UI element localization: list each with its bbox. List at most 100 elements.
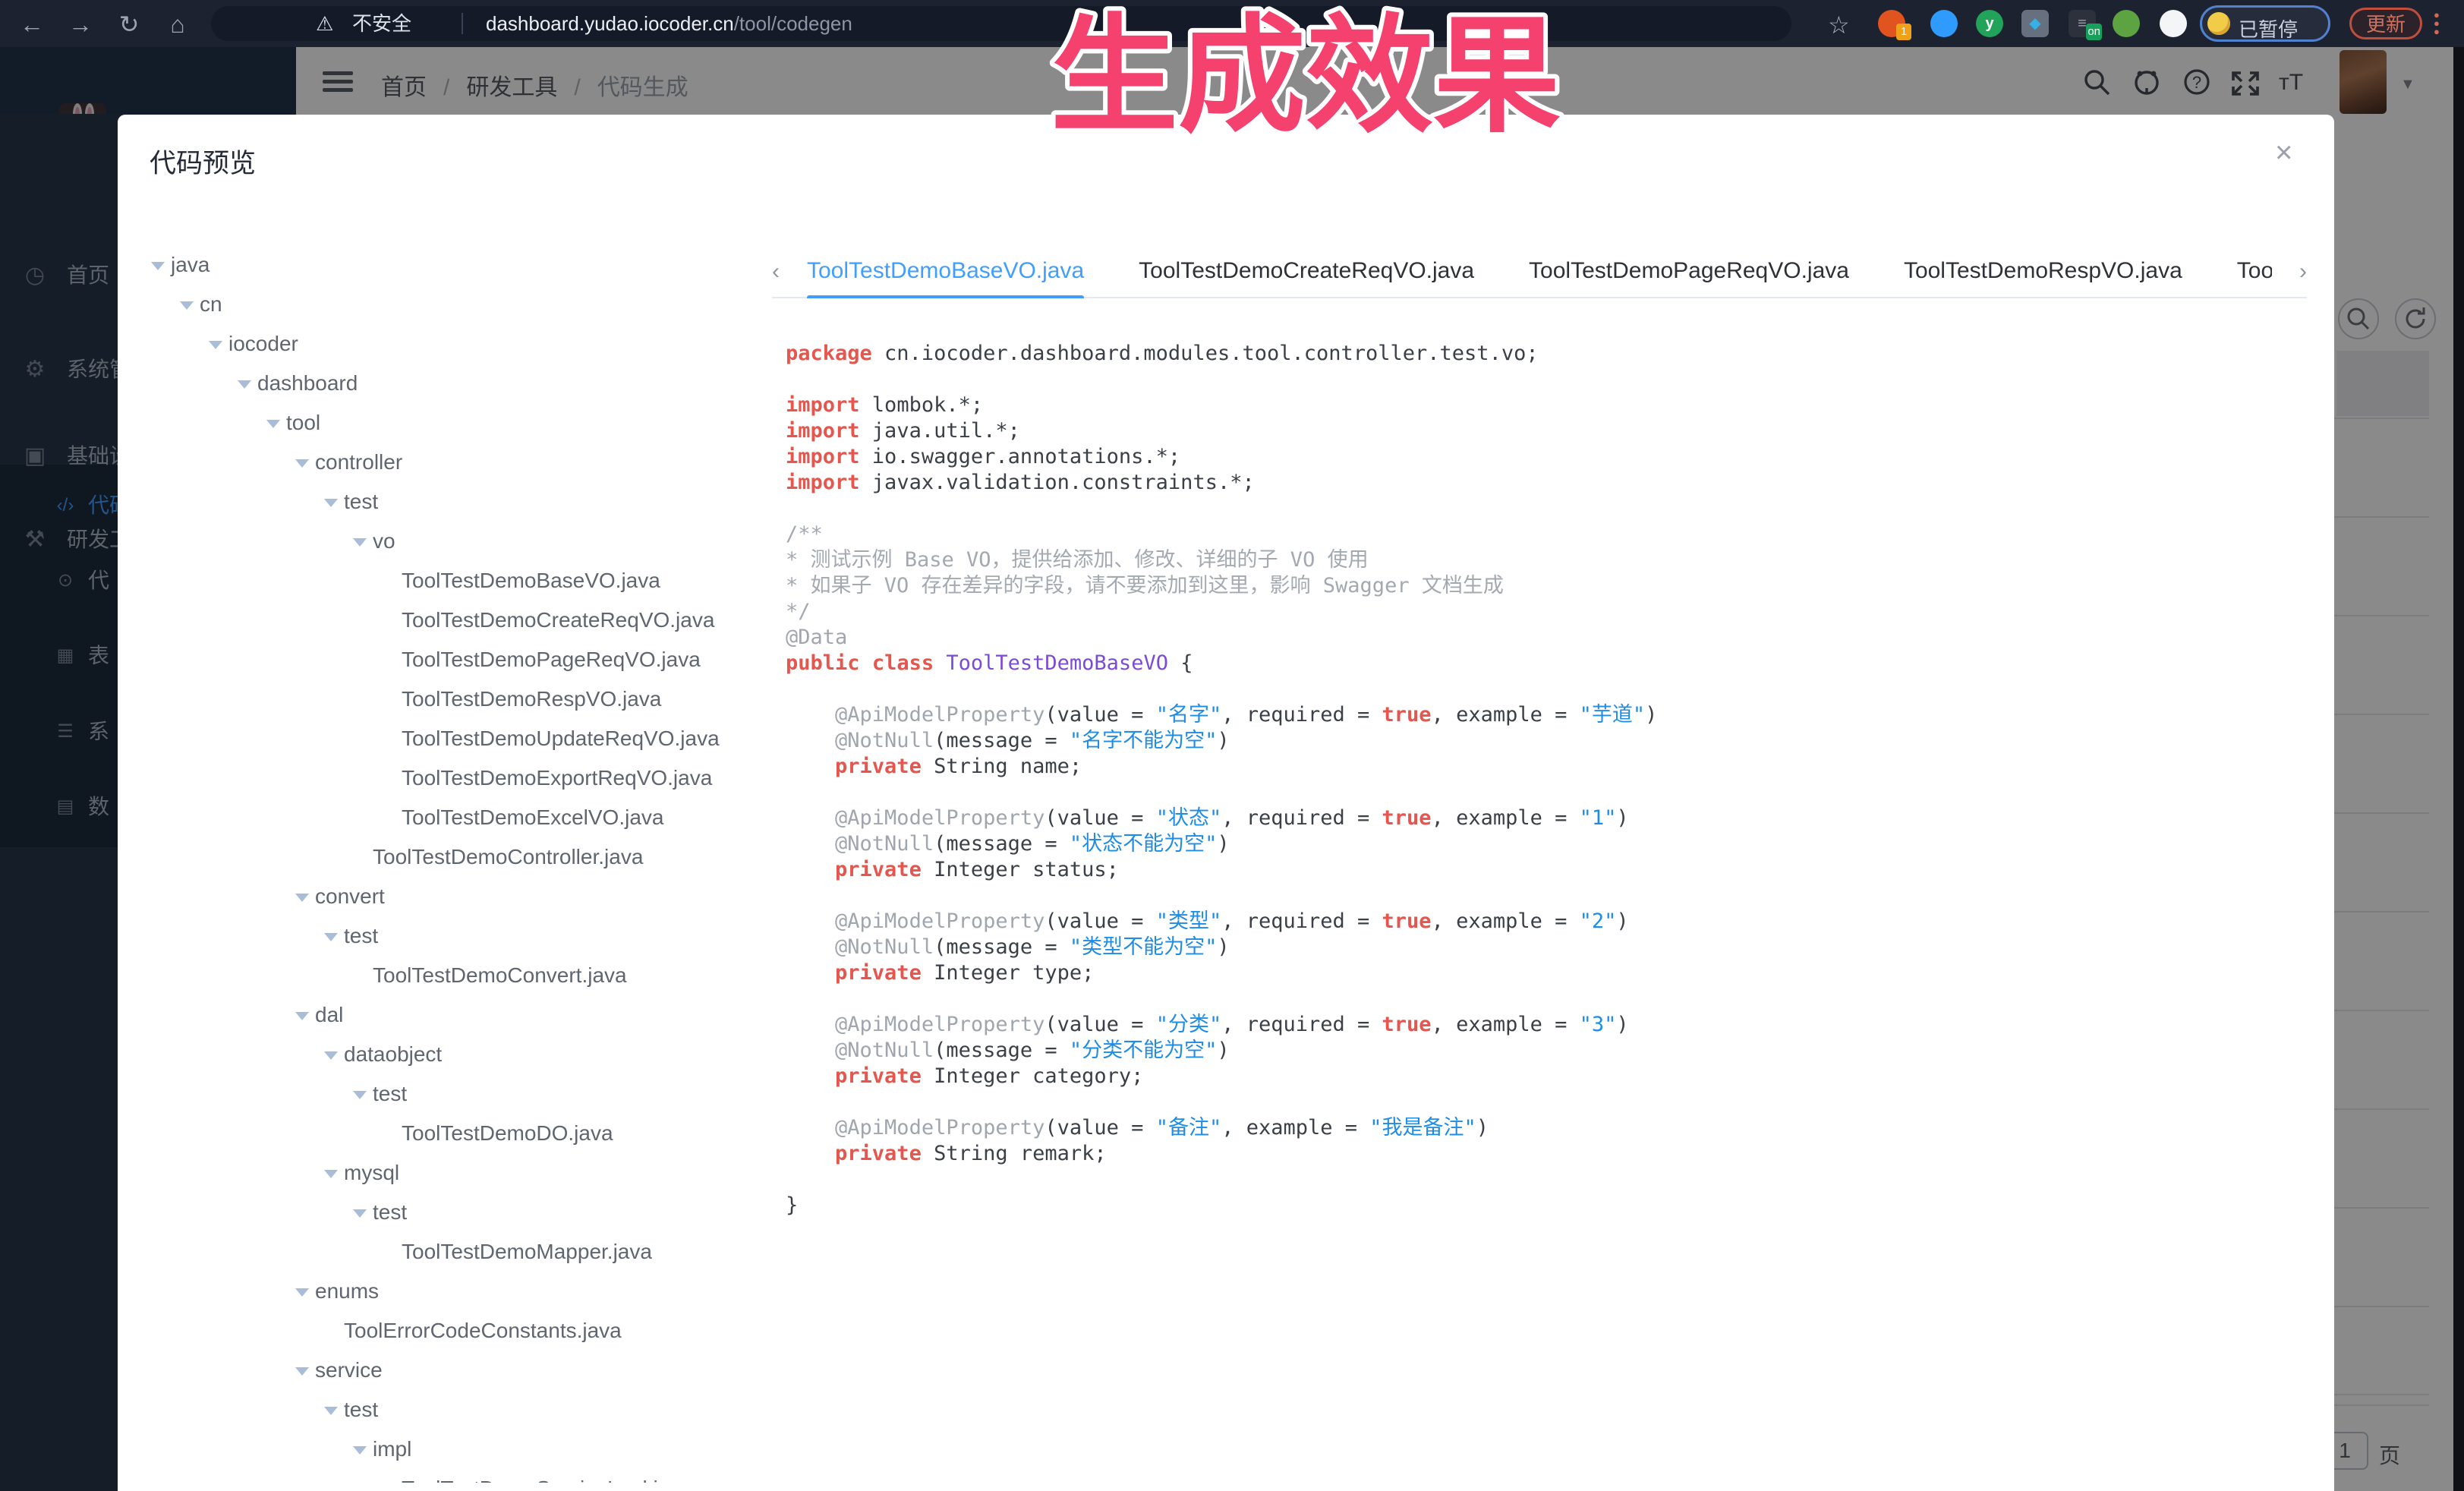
- tab-4[interactable]: ToolTestDemoRespVO.java: [1904, 250, 2182, 298]
- caret-down-icon[interactable]: [347, 522, 373, 561]
- extension-green-y[interactable]: y: [1976, 10, 2003, 37]
- url-text[interactable]: dashboard.yudao.iocoder.cn/tool/codegen: [486, 6, 852, 41]
- back-icon[interactable]: ←: [17, 9, 47, 39]
- caret-down-icon[interactable]: [289, 1272, 315, 1311]
- forward-icon[interactable]: →: [65, 9, 96, 39]
- tree-folder[interactable]: test: [145, 1390, 760, 1430]
- tab-5[interactable]: ToolTestDemoUpdateReqVO.java: [2237, 250, 2272, 298]
- tree-node-label: dal: [315, 995, 343, 1035]
- tree-folder[interactable]: cn: [145, 285, 760, 324]
- bookmark-star-icon[interactable]: ☆: [1828, 11, 1850, 39]
- tree-folder[interactable]: tool: [145, 403, 760, 443]
- code-line: @ApiModelProperty(value = "状态", required…: [786, 805, 2311, 831]
- tree-folder[interactable]: impl: [145, 1430, 760, 1469]
- tree-folder[interactable]: dataobject: [145, 1035, 760, 1074]
- tree-file[interactable]: ToolTestDemoServiceImpl.java: [145, 1469, 760, 1483]
- tab-1[interactable]: ToolTestDemoBaseVO.java: [807, 250, 1084, 298]
- tree-folder[interactable]: convert: [145, 877, 760, 916]
- browser-update-button[interactable]: 更新: [2349, 8, 2422, 39]
- home-icon[interactable]: ⌂: [162, 9, 193, 39]
- tree-folder[interactable]: controller: [145, 443, 760, 482]
- code-line: }: [786, 1193, 2311, 1218]
- tree-folder[interactable]: test: [145, 916, 760, 956]
- extension-grid[interactable]: ◆: [2021, 10, 2049, 37]
- modal-title: 代码预览: [150, 142, 256, 181]
- extension-orange-circle-badge: 1: [1896, 24, 1911, 40]
- extension-blue-pin[interactable]: [1930, 10, 1958, 37]
- tree-node-label: convert: [315, 877, 385, 916]
- tree-node-label: ToolTestDemoMapper.java: [402, 1232, 652, 1272]
- close-icon[interactable]: ×: [2275, 137, 2292, 168]
- security-label[interactable]: 不安全: [352, 6, 411, 41]
- tab-3[interactable]: ToolTestDemoPageReqVO.java: [1529, 250, 1849, 298]
- tree-node-label: ToolTestDemoController.java: [373, 837, 643, 877]
- tree-folder[interactable]: dal: [145, 995, 760, 1035]
- extension-leaf[interactable]: [2113, 10, 2140, 37]
- extension-puzzle[interactable]: [2160, 10, 2187, 37]
- caret-down-icon[interactable]: [232, 364, 257, 403]
- tree-file[interactable]: ToolErrorCodeConstants.java: [145, 1311, 760, 1351]
- address-bar[interactable]: ⚠ 不安全 dashboard.yudao.iocoder.cn/tool/co…: [211, 6, 1791, 41]
- caret-down-icon[interactable]: [347, 1074, 373, 1114]
- tree-file[interactable]: ToolTestDemoDO.java: [145, 1114, 760, 1153]
- tree-folder[interactable]: service: [145, 1351, 760, 1390]
- tree-file[interactable]: ToolTestDemoRespVO.java: [145, 679, 760, 719]
- code-line: private String remark;: [786, 1141, 2311, 1167]
- divider: [462, 13, 463, 34]
- tree-file[interactable]: ToolTestDemoExcelVO.java: [145, 798, 760, 837]
- caret-down-icon[interactable]: [289, 443, 315, 482]
- tree-folder[interactable]: test: [145, 1193, 760, 1232]
- caret-down-icon[interactable]: [318, 1390, 344, 1430]
- tree-folder[interactable]: vo: [145, 522, 760, 561]
- extension-list-on[interactable]: ≡on: [2069, 10, 2096, 37]
- caret-down-icon[interactable]: [289, 995, 315, 1035]
- tree-node-label: ToolTestDemoServiceImpl.java: [402, 1469, 692, 1483]
- tree-folder[interactable]: test: [145, 1074, 760, 1114]
- tree-file[interactable]: ToolTestDemoBaseVO.java: [145, 561, 760, 600]
- tree-file[interactable]: ToolTestDemoExportReqVO.java: [145, 758, 760, 798]
- caret-down-icon[interactable]: [174, 285, 200, 324]
- tab-2[interactable]: ToolTestDemoCreateReqVO.java: [1139, 250, 1474, 298]
- tree-folder[interactable]: enums: [145, 1272, 760, 1311]
- tree-file[interactable]: ToolTestDemoMapper.java: [145, 1232, 760, 1272]
- code-line: import javax.validation.constraints.*;: [786, 470, 2311, 496]
- active-tab-underline: [807, 295, 1084, 298]
- extension-list-on-badge: on: [2086, 24, 2102, 40]
- caret-down-icon[interactable]: [289, 1351, 315, 1390]
- tree-leaf-spacer: [376, 679, 402, 719]
- tree-folder[interactable]: test: [145, 482, 760, 522]
- tree-node-label: ToolTestDemoCreateReqVO.java: [402, 600, 714, 640]
- tabs-scroll-right-icon[interactable]: ›: [2299, 259, 2307, 285]
- tree-folder[interactable]: dashboard: [145, 364, 760, 403]
- tree-folder[interactable]: iocoder: [145, 324, 760, 364]
- caret-down-icon[interactable]: [347, 1193, 373, 1232]
- code-viewer[interactable]: package cn.iocoder.dashboard.modules.too…: [786, 341, 2311, 1480]
- tree-folder[interactable]: java: [145, 245, 760, 285]
- browser-menu-icon[interactable]: ●●●: [2434, 11, 2440, 36]
- extension-orange-circle[interactable]: 1: [1878, 10, 1905, 37]
- code-line: [786, 1167, 2311, 1193]
- caret-down-icon[interactable]: [203, 324, 228, 364]
- tabs-scroll-left-icon[interactable]: ‹: [772, 259, 780, 285]
- tree-folder[interactable]: mysql: [145, 1153, 760, 1193]
- caret-down-icon[interactable]: [318, 482, 344, 522]
- caret-down-icon[interactable]: [318, 1035, 344, 1074]
- caret-down-icon[interactable]: [145, 245, 171, 285]
- code-line: @ApiModelProperty(value = "名字", required…: [786, 702, 2311, 728]
- tab-label: ToolTestDemoRespVO.java: [1904, 258, 2182, 283]
- caret-down-icon[interactable]: [260, 403, 286, 443]
- reload-icon[interactable]: ↻: [114, 9, 144, 39]
- tree-file[interactable]: ToolTestDemoUpdateReqVO.java: [145, 719, 760, 758]
- caret-down-icon[interactable]: [289, 877, 315, 916]
- caret-down-icon[interactable]: [318, 1153, 344, 1193]
- tree-file[interactable]: ToolTestDemoCreateReqVO.java: [145, 600, 760, 640]
- tree-leaf-spacer: [376, 640, 402, 679]
- warning-icon: ⚠: [316, 6, 333, 41]
- file-tabs: ‹ ToolTestDemoBaseVO.java ToolTestDemoCre…: [772, 250, 2307, 298]
- caret-down-icon[interactable]: [318, 916, 344, 956]
- tree-file[interactable]: ToolTestDemoPageReqVO.java: [145, 640, 760, 679]
- caret-down-icon[interactable]: [347, 1430, 373, 1469]
- tree-file[interactable]: ToolTestDemoConvert.java: [145, 956, 760, 995]
- paused-extension-badge[interactable]: 已暂停: [2200, 5, 2330, 42]
- tree-file[interactable]: ToolTestDemoController.java: [145, 837, 760, 877]
